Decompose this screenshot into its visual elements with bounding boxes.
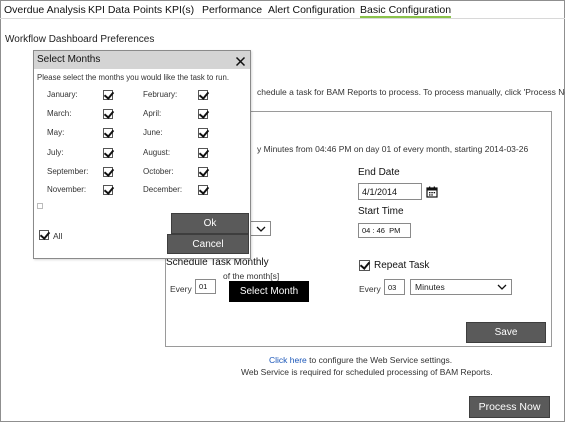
ok-button[interactable]: Ok [171, 213, 249, 234]
month-checkbox-february[interactable] [198, 90, 208, 100]
tab-overdue-analysis[interactable]: Overdue Analysis [4, 4, 86, 16]
end-date-input[interactable] [358, 183, 422, 200]
dialog-header: Select Months [34, 51, 250, 69]
month-checkbox-march[interactable] [103, 109, 113, 119]
process-now-button[interactable]: Process Now [469, 396, 550, 418]
dialog-title: Select Months [37, 54, 101, 65]
tab-alert-configuration[interactable]: Alert Configuration [268, 4, 355, 16]
tab-kpi-data-points[interactable]: KPI Data Points [88, 4, 162, 16]
month-label-february: February: [143, 90, 178, 99]
close-icon[interactable] [235, 54, 246, 67]
month-checkbox-october[interactable] [198, 167, 208, 177]
web-service-config-text: Click here to configure the Web Service … [269, 355, 452, 365]
month-checkbox-may[interactable] [103, 128, 113, 138]
repeat-task-checkbox[interactable] [359, 260, 370, 271]
day-input[interactable] [195, 279, 216, 294]
calendar-icon[interactable] [426, 185, 438, 198]
all-months-label: All [53, 231, 63, 241]
chevron-down-icon [497, 284, 507, 290]
tab-basic-configuration[interactable]: Basic Configuration [360, 4, 452, 18]
all-months-checkbox[interactable] [39, 230, 49, 240]
month-label-may: May: [47, 128, 65, 137]
repeat-unit-value: Minutes [415, 282, 445, 292]
month-checkbox-january[interactable] [103, 90, 113, 100]
month-checkbox-november[interactable] [103, 185, 113, 195]
month-label-june: June: [143, 128, 163, 137]
save-button[interactable]: Save [466, 322, 546, 343]
month-label-october: October: [143, 167, 174, 176]
month-label-november: November: [47, 185, 87, 194]
select-months-dialog: Select Months Please select the months y… [33, 50, 251, 259]
end-date-label: End Date [358, 167, 400, 178]
section-title: Workflow Dashboard Preferences [5, 34, 155, 45]
intro-text: chedule a task for BAM Reports to proces… [257, 87, 565, 97]
month-label-august: August: [143, 148, 171, 157]
repeat-task-label: Repeat Task [374, 260, 430, 271]
repeat-every-input[interactable] [384, 279, 405, 295]
of-month-label: of the month[s] [223, 271, 280, 281]
tab-performance[interactable]: Performance [202, 4, 262, 16]
repeat-unit-select[interactable]: Minutes [410, 279, 512, 295]
frequency-dropdown[interactable] [249, 221, 271, 236]
month-label-july: July: [47, 148, 64, 157]
month-label-march: March: [47, 109, 72, 118]
every-label: Every [170, 284, 192, 294]
month-label-september: September: [47, 167, 89, 176]
chevron-down-icon [256, 226, 266, 232]
month-label-december: December: [143, 185, 183, 194]
month-checkbox-august[interactable] [198, 148, 208, 158]
stray-marker [37, 203, 43, 209]
link-suffix: to configure the Web Service settings. [306, 355, 453, 365]
schedule-summary: y Minutes from 04:46 PM on day 01 of eve… [257, 144, 529, 154]
web-service-note: Web Service is required for scheduled pr… [241, 367, 493, 377]
tab-divider [0, 18, 565, 19]
month-checkbox-september[interactable] [103, 167, 113, 177]
month-checkbox-april[interactable] [198, 109, 208, 119]
start-time-input[interactable] [358, 223, 411, 238]
dialog-instruction: Please select the months you would like … [37, 73, 229, 82]
select-month-button[interactable]: Select Month [229, 281, 309, 302]
start-time-label: Start Time [358, 206, 404, 217]
cancel-button[interactable]: Cancel [167, 234, 249, 254]
month-checkbox-june[interactable] [198, 128, 208, 138]
month-label-january: January: [47, 90, 78, 99]
month-checkbox-july[interactable] [103, 148, 113, 158]
tab-kpis[interactable]: KPI(s) [165, 4, 194, 16]
repeat-every-label: Every [359, 284, 381, 294]
month-label-april: April: [143, 109, 162, 118]
month-checkbox-december[interactable] [198, 185, 208, 195]
tab-bar: Overdue Analysis KPI Data Points KPI(s) … [0, 0, 565, 18]
click-here-link[interactable]: Click here [269, 355, 307, 365]
